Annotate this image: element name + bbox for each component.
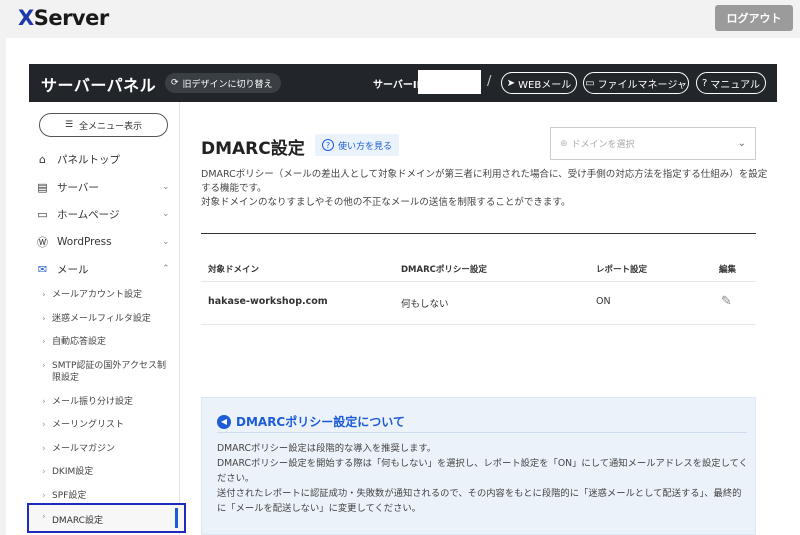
chevron-right-icon: › [42,337,46,347]
help-icon: ? [701,77,708,89]
table-divider [201,281,756,282]
table-row-divider [201,324,756,325]
sidebar-item-homepage[interactable]: ▭ ホームページ ⌄ [29,204,180,224]
column-header-policy: DMARCポリシー設定 [401,265,487,275]
folder-icon: ▭ [585,77,595,89]
howto-button[interactable]: ? 使い方を見る [315,134,399,156]
wordpress-icon: Ⓦ [37,236,48,249]
sidebar-item-server[interactable]: ▤ サーバー ⌄ [29,177,180,197]
chevron-down-icon: ⌄ [162,237,170,247]
old-design-toggle[interactable]: ⟳ 旧デザインに切り替え [165,73,281,93]
pencil-icon[interactable]: ✎ [721,294,732,309]
hamburger-icon: ☰ [64,120,74,130]
manual-button[interactable]: ? マニュアル [696,72,766,94]
sidebar-item-mail[interactable]: ✉ メール ⌃ [29,259,180,279]
column-header-edit: 編集 [719,265,737,275]
info-divider [217,432,747,433]
switch-icon: ⟳ [171,78,179,88]
column-header-domain: 対象ドメイン [208,265,260,275]
chevron-right-icon: › [42,314,46,324]
browser-icon: ▭ [37,207,48,221]
help-icon: ? [321,139,334,151]
separator: / [487,74,492,89]
chevron-right-icon: › [42,290,46,300]
send-icon: ➤ [506,77,516,89]
top-bar: XServer ログアウト [0,0,800,38]
server-id-value [418,70,481,94]
all-menu-button[interactable]: ☰ 全メニュー表示 [39,113,168,137]
chevron-up-icon: ⌃ [162,264,170,274]
mail-icon: ✉ [37,262,48,276]
sidebar: ☰ 全メニュー表示 ⌂ パネルトップ ▤ サーバー ⌄ ▭ ホームページ ⌄ Ⓦ… [29,102,180,535]
chevron-right-icon: › [42,397,46,407]
info-title: ◀ DMARCポリシー設定について [217,413,405,430]
chevron-down-icon: ⌄ [162,209,170,219]
table-cell-policy: 何もしない [401,299,449,310]
sidebar-sub-dmarc[interactable]: › DMARC設定 [27,503,186,533]
page-title: DMARC設定 [201,139,305,159]
sidebar-item-panel-top[interactable]: ⌂ パネルトップ [29,149,180,169]
chevron-down-icon: ⌄ [162,182,170,192]
column-header-report: レポート設定 [596,265,648,275]
divider [201,233,756,234]
server-panel-header: サーバーパネル ⟳ 旧デザインに切り替え サーバーID / ➤ WEBメール ▭ フ… [29,64,777,102]
chevron-down-icon: ⌄ [737,138,746,149]
webmail-button[interactable]: ➤ WEBメール [501,72,577,94]
xserver-logo[interactable]: XServer [18,6,109,30]
chevron-right-icon: › [42,420,46,430]
panel-title: サーバーパネル [41,76,157,95]
chevron-right-icon: › [42,512,46,522]
sidebar-item-wordpress[interactable]: Ⓦ WordPress ⌄ [29,232,180,252]
megaphone-icon: ◀ [217,414,231,429]
logout-button[interactable]: ログアウト [715,5,793,31]
chevron-right-icon: › [42,361,46,371]
globe-icon: ⊕ [560,138,568,149]
table-cell-domain: hakase-workshop.com [208,296,328,307]
server-icon: ▤ [37,180,48,194]
chevron-right-icon: › [42,444,46,454]
table-cell-report: ON [596,296,611,307]
domain-select[interactable]: ⊕ ドメインを選択 ⌄ [550,127,756,160]
info-text: DMARCポリシー設定は段階的な導入を推奨します。 DMARCポリシー設定を開始… [217,443,748,514]
page-description: DMARCポリシー（メールの差出人として対象ドメインが第三者に利用された場合に、… [201,169,768,208]
active-indicator [175,508,178,528]
chevron-right-icon: › [42,491,46,501]
file-manager-button[interactable]: ▭ ファイルマネージャ [583,72,689,94]
chevron-right-icon: › [42,467,46,477]
home-icon: ⌂ [39,152,46,166]
